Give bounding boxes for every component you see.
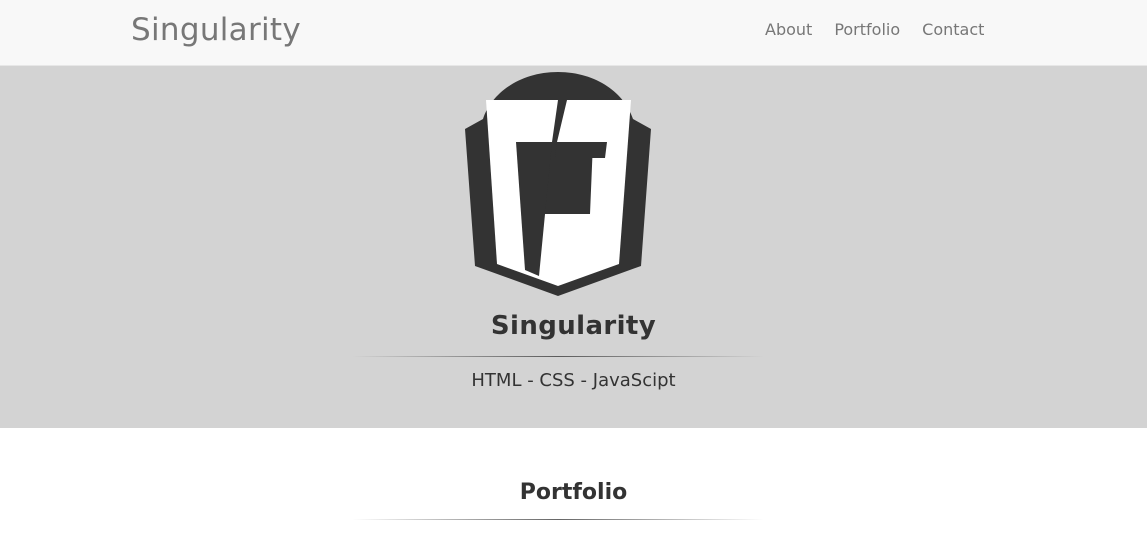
header-divider <box>352 356 764 357</box>
brand-link[interactable]: Singularity <box>131 10 301 50</box>
header-title: Singularity <box>490 311 657 341</box>
nav-links: About Portfolio Contact <box>765 19 1006 41</box>
nav-link-contact[interactable]: Contact <box>922 19 984 41</box>
portfolio-divider <box>352 519 764 520</box>
navbar: Singularity About Portfolio Contact <box>0 0 1147 66</box>
portfolio-title: Portfolio <box>519 480 628 505</box>
skills-subtitle: HTML - CSS - JavaScipt <box>471 370 676 391</box>
nav-link-about[interactable]: About <box>765 19 812 41</box>
hero-header: Singularity HTML - CSS - JavaScipt <box>0 66 1147 428</box>
nav-link-portfolio[interactable]: Portfolio <box>834 19 900 41</box>
shield-logo-icon <box>465 72 651 296</box>
